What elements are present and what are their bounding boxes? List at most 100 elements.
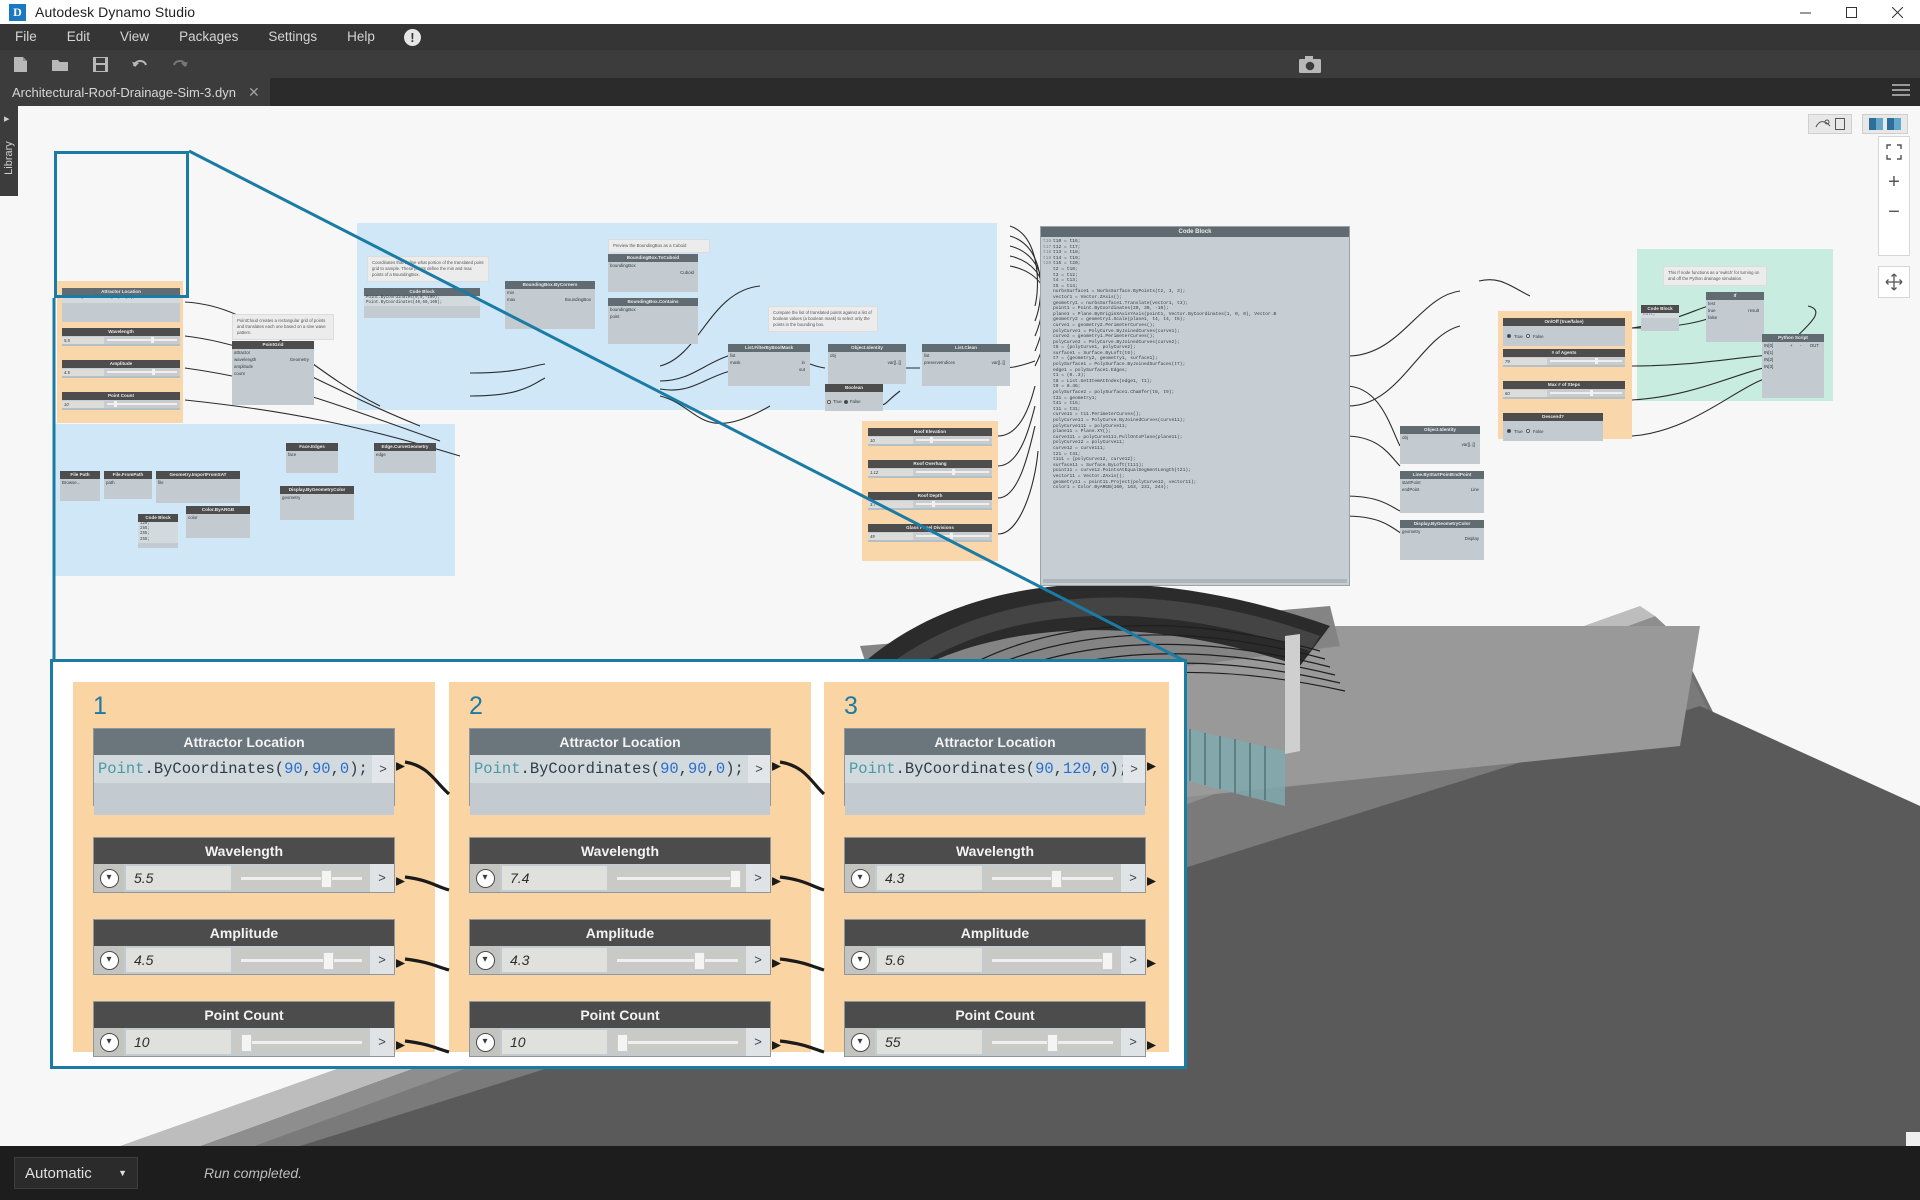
slider-row[interactable]: 79	[1503, 357, 1625, 365]
fit-to-screen-icon[interactable]	[1879, 137, 1909, 167]
port-label[interactable]: edge	[374, 451, 436, 458]
mini-node-face-edges[interactable]: Face.Edges face	[286, 443, 338, 473]
slider-row[interactable]: 3.7	[868, 500, 992, 508]
slider-track[interactable]	[107, 401, 177, 408]
slider-track[interactable]	[233, 866, 370, 890]
output-port[interactable]: >	[1121, 946, 1145, 974]
port-label[interactable]: test	[1706, 300, 1764, 307]
mini-node-boolean[interactable]: Boolean True False	[825, 384, 883, 411]
slider-thumb[interactable]	[1051, 870, 1063, 888]
slider-thumb[interactable]	[1594, 358, 1598, 365]
slider-row[interactable]: 49	[868, 532, 992, 540]
output-port[interactable]: >	[370, 1028, 394, 1056]
port-label[interactable]: IN[2]	[1762, 356, 1824, 363]
slider-value[interactable]: 10	[126, 1030, 231, 1054]
port-label[interactable]: var[]..[]	[886, 359, 903, 366]
port-label[interactable]: color	[186, 514, 250, 521]
mini-node-file-path[interactable]: File Path Browse...	[60, 471, 100, 501]
mini-node-geometry-importfromsat[interactable]: Geometry.ImportFromSAT file	[156, 471, 240, 503]
slider-value[interactable]: 5.5	[126, 866, 231, 890]
menu-settings[interactable]: Settings	[253, 24, 332, 50]
minimize-button[interactable]	[1782, 0, 1828, 24]
mini-node-list-filterbyboolmask[interactable]: List.FilterByBoolMask list mask in out	[728, 344, 810, 386]
camera-icon[interactable]	[1290, 50, 1330, 78]
port-label[interactable]: startPoint	[1400, 479, 1484, 486]
radio-true[interactable]	[1507, 334, 1511, 338]
new-file-icon[interactable]	[0, 50, 40, 78]
slider-row[interactable]: ▾ 55 >	[845, 1028, 1145, 1056]
radio-false[interactable]	[843, 399, 848, 404]
run-mode-dropdown[interactable]: Automatic ▼	[14, 1157, 138, 1189]
port-label[interactable]: OUT	[1808, 342, 1821, 349]
save-icon[interactable]	[80, 50, 120, 78]
expand-chevron-icon[interactable]: ▾	[94, 946, 124, 974]
slider-track[interactable]	[233, 948, 370, 972]
radio-false[interactable]	[1525, 429, 1530, 433]
menu-hamburger-icon[interactable]	[1892, 84, 1910, 98]
mini-node-onoff[interactable]: On/Off (true/false) True False	[1503, 318, 1625, 346]
node-wavelength[interactable]: Wavelength ▾ 5.5 >	[93, 837, 395, 893]
zoom-in-button[interactable]: +	[1879, 167, 1909, 197]
mini-node-boundingbox-bycorners[interactable]: BoundingBox.ByCorners min max BoundingBo…	[505, 281, 595, 329]
code-editor-row[interactable]: Point.ByCoordinates(90,120,0); >	[845, 755, 1145, 783]
node-point-count[interactable]: Point Count ▾ 55 >	[844, 1001, 1146, 1057]
slider-thumb[interactable]	[617, 1034, 629, 1052]
radio-true[interactable]	[827, 399, 831, 404]
slider-value[interactable]: 7.4	[502, 866, 607, 890]
port-label[interactable]: face	[286, 451, 338, 458]
port-label[interactable]: BoundingBox	[563, 296, 593, 303]
slider-track[interactable]	[1549, 358, 1622, 365]
output-port[interactable]: >	[370, 864, 394, 892]
slider-row[interactable]: ▾ 10 >	[94, 1028, 394, 1056]
mini-node-edge-curvegeometry[interactable]: Edge.CurveGeometry edge	[374, 443, 436, 473]
node-attractor-location[interactable]: Attractor Location Point.ByCoordinates(9…	[469, 728, 771, 815]
slider-value[interactable]: 5.6	[877, 948, 982, 972]
code-line[interactable]: Point.ByCoordinates(90,90,0);	[470, 755, 748, 783]
slider-track[interactable]	[107, 337, 177, 344]
slider-track[interactable]	[609, 866, 746, 890]
slider-track[interactable]	[915, 533, 989, 540]
slider-track[interactable]	[609, 1030, 746, 1054]
mini-node-num-agents[interactable]: # of Agents 79	[1503, 349, 1625, 367]
output-port[interactable]: >	[372, 755, 394, 783]
code-editor-blank[interactable]	[94, 783, 394, 815]
code-editor-row[interactable]: Point.ByCoordinates(90,90,0); >	[470, 755, 770, 783]
mini-node-boundingbox-contains[interactable]: BoundingBox.Contains boundingBox point	[608, 298, 698, 344]
slider-row[interactable]: ▾ 5.6 >	[845, 946, 1145, 974]
slider-thumb[interactable]	[693, 952, 705, 970]
slider-row[interactable]: ▾ 4.3 >	[470, 946, 770, 974]
port-label[interactable]: point	[608, 313, 698, 320]
node-amplitude[interactable]: Amplitude ▾ 5.6 >	[844, 919, 1146, 975]
mini-node-wavelength[interactable]: Wavelength 5.5	[62, 328, 180, 346]
library-panel-tab[interactable]: ▸ Library	[0, 106, 18, 196]
menu-edit[interactable]: Edit	[52, 24, 105, 50]
detail-group-3[interactable]: 3 Attractor Location Point.ByCoordinates…	[824, 682, 1169, 1057]
port-label[interactable]: IN[3]	[1762, 363, 1824, 370]
mini-node-list-clean[interactable]: List.Clean list preserveIndices var[]..[…	[922, 344, 1010, 386]
port-label[interactable]: count	[232, 370, 314, 377]
slider-track[interactable]	[107, 369, 177, 376]
slider-row[interactable]: ▾ 4.3 >	[845, 864, 1145, 892]
slider-track[interactable]	[609, 948, 746, 972]
slider-thumb[interactable]	[729, 870, 741, 888]
port-label[interactable]: result	[1746, 307, 1761, 314]
slider-row[interactable]: 10	[62, 400, 180, 408]
mini-node-amplitude[interactable]: Amplitude 4.5	[62, 360, 180, 378]
graph-canvas[interactable]: ▸ Library Attractor Location Point.ByCoo…	[0, 106, 1920, 1146]
slider-row[interactable]: 5.5	[62, 336, 180, 344]
mini-node-max-steps[interactable]: Max # of Steps 60	[1503, 381, 1625, 399]
slider-row[interactable]: ▾ 7.4 >	[470, 864, 770, 892]
close-icon[interactable]: ✕	[236, 84, 270, 101]
port-label[interactable]: list	[922, 352, 1010, 359]
horizontal-scrollbar[interactable]	[1043, 579, 1347, 583]
slider-thumb[interactable]	[320, 870, 332, 888]
port-label[interactable]: false	[1706, 314, 1764, 321]
mini-node-display-bygeometrycolor-a[interactable]: Display.ByGeometryColor geometry	[280, 486, 354, 520]
port-label[interactable]: path	[104, 479, 152, 486]
expand-chevron-icon[interactable]: ▾	[94, 864, 124, 892]
slider-thumb[interactable]	[931, 501, 935, 508]
expand-chevron-icon[interactable]: ▾	[845, 864, 875, 892]
node-amplitude[interactable]: Amplitude ▾ 4.3 >	[469, 919, 771, 975]
slider-value[interactable]: 4.3	[877, 866, 982, 890]
expand-chevron-icon[interactable]: ▾	[470, 1028, 500, 1056]
